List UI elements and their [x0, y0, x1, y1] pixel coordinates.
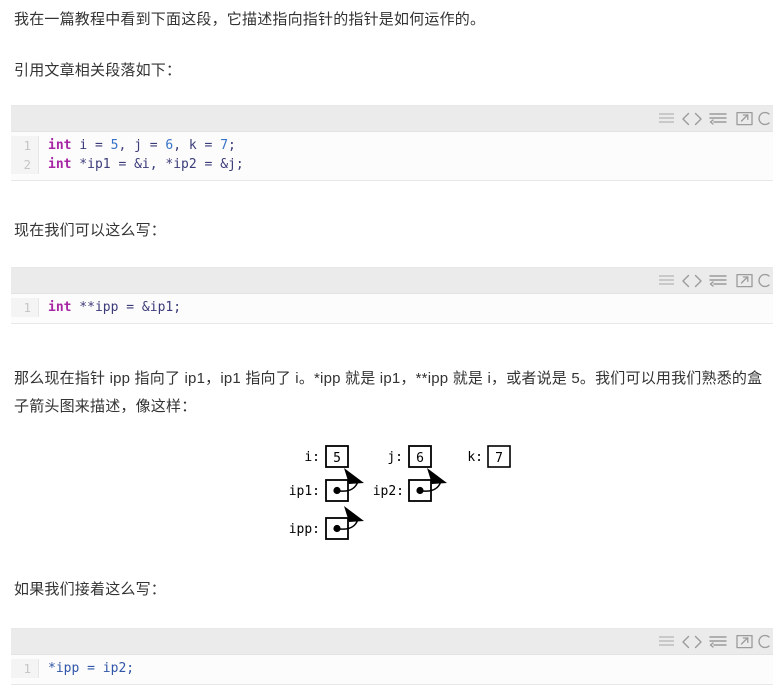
code-icon[interactable] [679, 629, 705, 654]
copy-icon[interactable] [757, 268, 773, 293]
word-wrap-icon[interactable] [705, 268, 731, 293]
copy-icon[interactable] [757, 106, 773, 131]
copy-icon[interactable] [757, 629, 773, 654]
label-ip1: ip1: [289, 484, 320, 499]
value-k: 7 [495, 451, 503, 466]
line-number-gutter-1: 1 2 [11, 136, 39, 174]
line-number-gutter-3: 1 [11, 659, 39, 678]
code-body-2: 1 int **ipp = &ip1; [11, 294, 773, 323]
list-icon[interactable] [653, 629, 679, 654]
label-k: k: [467, 450, 483, 465]
label-i: i: [304, 450, 320, 465]
list-icon[interactable] [653, 268, 679, 293]
value-i: 5 [333, 451, 341, 466]
value-j: 6 [416, 451, 424, 466]
external-link-icon[interactable] [731, 106, 757, 131]
code-text-3[interactable]: *ipp = ip2; [39, 659, 773, 678]
paragraph-intro: 我在一篇教程中看到下面这段，它描述指向指针的指针是如何运作的。 [14, 11, 486, 28]
label-ip2: ip2: [373, 484, 404, 499]
paragraph-then-write: 如果我们接着这么写： [14, 581, 167, 598]
code-text-1[interactable]: int i = 5, j = 6, k = 7; int *ip1 = &i, … [39, 136, 773, 174]
dot-ipp [333, 524, 341, 533]
code-body-1: 1 2 int i = 5, j = 6, k = 7; int *ip1 = … [11, 132, 773, 180]
line-number-gutter-2: 1 [11, 298, 39, 317]
label-ipp: ipp: [289, 522, 320, 537]
word-wrap-icon[interactable] [705, 629, 731, 654]
external-link-icon[interactable] [731, 629, 757, 654]
code-icon[interactable] [679, 106, 705, 131]
code-toolbar-2 [11, 268, 773, 294]
label-j: j: [387, 450, 403, 465]
code-toolbar-3 [11, 629, 773, 655]
code-block-2: 1 int **ipp = &ip1; [11, 267, 773, 324]
diagram-svg: i: 5 j: 6 k: 7 ip1: ip2: ipp: [289, 445, 511, 540]
list-icon[interactable] [653, 106, 679, 131]
code-body-3: 1 *ipp = ip2; [11, 655, 773, 684]
code-text-2[interactable]: int **ipp = &ip1; [39, 298, 773, 317]
code-block-3: 1 *ipp = ip2; [11, 628, 773, 685]
article-page: 我在一篇教程中看到下面这段，它描述指向指针的指针是如何运作的。 引用文章相关段落… [0, 0, 782, 691]
dot-ip2 [416, 486, 424, 495]
pointer-box-arrow-diagram: i: 5 j: 6 k: 7 ip1: ip2: ipp: [276, 437, 526, 562]
dot-ip1 [333, 486, 341, 495]
code-toolbar-1 [11, 106, 773, 132]
paragraph-quote-lead: 引用文章相关段落如下： [14, 62, 182, 79]
external-link-icon[interactable] [731, 268, 757, 293]
code-icon[interactable] [679, 268, 705, 293]
paragraph-explain: 那么现在指针 ipp 指向了 ip1，ip1 指向了 i。*ipp 就是 ip1… [14, 370, 763, 415]
code-block-1: 1 2 int i = 5, j = 6, k = 7; int *ip1 = … [11, 105, 773, 181]
paragraph-now-write: 现在我们可以这么写： [14, 222, 167, 239]
word-wrap-icon[interactable] [705, 106, 731, 131]
